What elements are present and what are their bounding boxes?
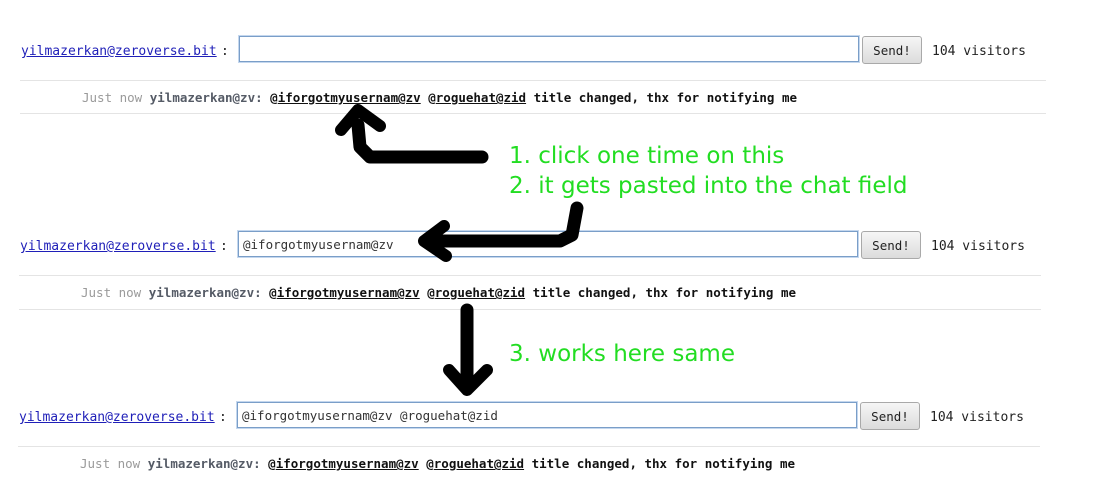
arrow-to-input-icon	[433, 201, 584, 248]
annotation-arrows	[335, 104, 584, 396]
